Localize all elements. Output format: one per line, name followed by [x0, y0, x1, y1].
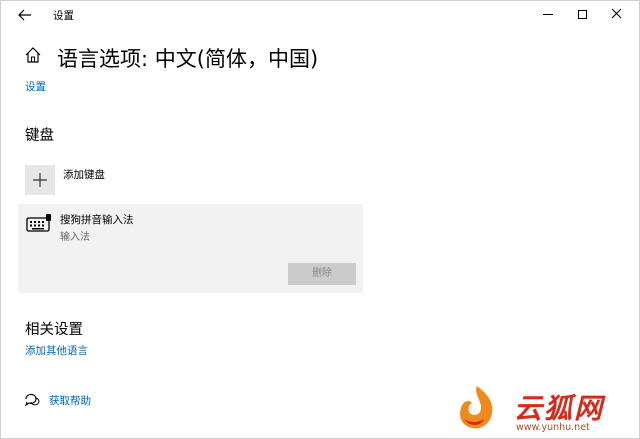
fox-logo-icon [452, 383, 502, 433]
remove-keyboard-button[interactable]: 删除 [288, 263, 356, 285]
maximize-button[interactable] [567, 3, 597, 25]
breadcrumb-settings-link[interactable]: 设置 [25, 79, 46, 94]
add-keyboard-button[interactable] [25, 165, 55, 195]
watermark-url: www.yunhu.net [516, 422, 590, 433]
keyboard-item[interactable]: 搜狗拼音输入法 输入法 删除 [18, 204, 363, 293]
add-keyboard-label[interactable]: 添加键盘 [63, 167, 105, 182]
back-button[interactable] [13, 5, 37, 25]
keyboard-section-heading: 键盘 [25, 128, 54, 144]
plus-icon [33, 173, 47, 187]
window-title: 设置 [53, 10, 74, 22]
keyboard-item-name: 搜狗拼音输入法 [60, 214, 134, 226]
watermark-brand: 云狐网 [514, 392, 605, 425]
keyboard-item-type: 输入法 [60, 232, 90, 243]
maximize-icon [577, 10, 587, 19]
settings-window: 设置 语言选项: 中文(简体，中国) 设置 键盘 添加键盘 搜狗拼音输入法 输入… [0, 0, 640, 439]
help-chat-icon[interactable] [24, 392, 40, 408]
watermark-logo: 云狐网 www.yunhu.net [450, 381, 638, 437]
add-other-language-link[interactable]: 添加其他语言 [25, 343, 88, 358]
home-icon[interactable] [24, 46, 44, 66]
minimize-button[interactable] [533, 3, 563, 25]
arrow-left-icon [18, 9, 31, 21]
close-icon [611, 8, 621, 19]
related-settings-heading: 相关设置 [25, 322, 83, 338]
keyboard-icon [26, 213, 52, 233]
close-button[interactable] [601, 3, 631, 25]
minimize-icon [543, 14, 553, 15]
page-title: 语言选项: 中文(简体，中国) [57, 47, 319, 71]
title-bar: 设置 [1, 1, 640, 29]
get-help-link[interactable]: 获取帮助 [49, 393, 91, 408]
